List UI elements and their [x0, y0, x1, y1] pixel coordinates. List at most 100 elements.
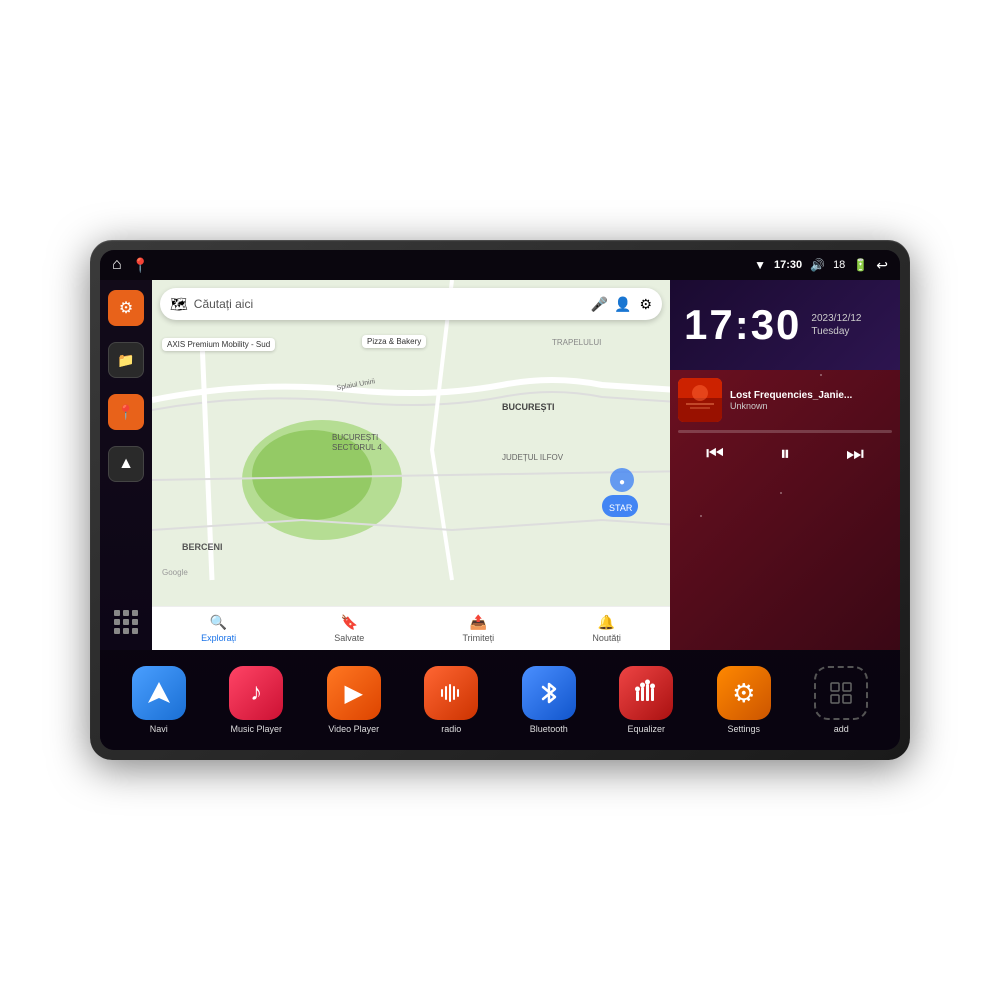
map-share-btn[interactable]: 📤 Trimiteți: [463, 614, 495, 643]
home-icon[interactable]: ⌂: [112, 256, 122, 274]
sidebar-all-apps-btn[interactable]: [108, 604, 144, 640]
navi-arrow-icon: [145, 679, 173, 707]
add-label: add: [834, 724, 849, 734]
next-btn[interactable]: ⏭: [846, 443, 864, 466]
explore-label: Explorați: [201, 633, 236, 643]
mic-icon[interactable]: 🎤: [591, 296, 608, 313]
app-radio[interactable]: radio: [424, 666, 478, 734]
music-info: Lost Frequencies_Janie... Unknown: [678, 378, 892, 422]
map-saved-btn[interactable]: 🔖 Salvate: [334, 614, 364, 643]
add-grid-icon: [827, 679, 855, 707]
radio-wave-icon: [437, 679, 465, 707]
music-player-icon: ♪: [229, 666, 283, 720]
app-equalizer[interactable]: Equalizer: [619, 666, 673, 734]
music-title: Lost Frequencies_Janie...: [730, 390, 892, 401]
app-tray: Navi ♪ Music Player ▶ Video Player: [100, 650, 900, 750]
status-right: ▼ 17:30 🔊 18 🔋 ↩: [754, 257, 888, 274]
app-music-player[interactable]: ♪ Music Player: [229, 666, 283, 734]
bluetooth-symbol-icon: [535, 679, 563, 707]
svg-text:TRAPELULUI: TRAPELULUI: [552, 338, 601, 347]
eq-bars-icon: [632, 679, 660, 707]
map-area[interactable]: BERCENI BUCUREȘTI SECTORUL 4 BUCUREȘTI J…: [152, 280, 670, 650]
equalizer-icon: [619, 666, 673, 720]
map-status-icon[interactable]: 📍: [132, 257, 149, 274]
music-text: Lost Frequencies_Janie... Unknown: [730, 390, 892, 411]
sidebar-settings-btn[interactable]: ⚙: [108, 290, 144, 326]
map-explore-btn[interactable]: 🔍 Explorați: [201, 614, 236, 643]
settings-dots-icon[interactable]: ⚙: [639, 296, 652, 313]
navi-icon: [132, 666, 186, 720]
wifi-icon: ▼: [754, 258, 766, 272]
bluetooth-label: Bluetooth: [530, 724, 568, 734]
settings-label: Settings: [727, 724, 760, 734]
svg-text:BUCUREȘTI: BUCUREȘTI: [502, 402, 555, 412]
battery-icon: 🔋: [853, 258, 868, 272]
back-icon[interactable]: ↩: [876, 257, 888, 274]
radio-icon: [424, 666, 478, 720]
device-screen: ⌂ 📍 ▼ 17:30 🔊 18 🔋 ↩: [100, 250, 900, 750]
bluetooth-icon: [522, 666, 576, 720]
app-settings[interactable]: ⚙ Settings: [717, 666, 771, 734]
map-bottom-bar: 🔍 Explorați 🔖 Salvate 📤 Trimiteți �: [152, 606, 670, 650]
video-player-icon: ▶: [327, 666, 381, 720]
svg-text:STAR: STAR: [609, 503, 633, 513]
album-art: [678, 378, 722, 422]
account-icon[interactable]: 👤: [614, 296, 631, 313]
map-container[interactable]: BERCENI BUCUREȘTI SECTORUL 4 BUCUREȘTI J…: [152, 280, 670, 606]
share-label: Trimiteți: [463, 633, 495, 643]
settings-icon: ⚙: [717, 666, 771, 720]
map-svg: BERCENI BUCUREȘTI SECTORUL 4 BUCUREȘTI J…: [152, 280, 670, 606]
search-placeholder: Căutați aici: [194, 297, 585, 311]
progress-bar: [678, 430, 892, 433]
explore-icon: 🔍: [210, 614, 227, 631]
poi-pizza: Pizza & Bakery: [362, 335, 426, 348]
add-icon: [814, 666, 868, 720]
news-icon: 🔔: [598, 614, 615, 631]
navi-label: Navi: [150, 724, 168, 734]
app-video-player[interactable]: ▶ Video Player: [327, 666, 381, 734]
clock-date-value: 2023/12/12: [811, 313, 861, 324]
svg-text:●: ●: [619, 477, 625, 488]
video-player-label: Video Player: [328, 724, 379, 734]
svg-text:BERCENI: BERCENI: [182, 542, 223, 552]
app-bluetooth[interactable]: Bluetooth: [522, 666, 576, 734]
saved-icon: 🔖: [341, 614, 358, 631]
share-icon: 📤: [470, 614, 487, 631]
clock-date: 2023/12/12 Tuesday: [811, 313, 861, 337]
app-navi[interactable]: Navi: [132, 666, 186, 734]
sidebar-folder-btn[interactable]: 📁: [108, 342, 144, 378]
status-time: 17:30: [774, 259, 802, 271]
sidebar-nav-btn[interactable]: ▲: [108, 446, 144, 482]
clock-panel: 17:30 2023/12/12 Tuesday: [670, 280, 900, 370]
poi-axis: AXIS Premium Mobility - Sud: [162, 338, 275, 351]
svg-text:SECTORUL 4: SECTORUL 4: [332, 443, 382, 452]
sidebar-bottom: [108, 604, 144, 640]
svg-text:JUDEȚUL ILFOV: JUDEȚUL ILFOV: [502, 453, 564, 462]
radio-label: radio: [441, 724, 461, 734]
svg-text:BUCUREȘTI: BUCUREȘTI: [332, 433, 378, 442]
clock-time: 17:30: [684, 304, 801, 346]
album-art-svg: [678, 378, 722, 422]
status-bar: ⌂ 📍 ▼ 17:30 🔊 18 🔋 ↩: [100, 250, 900, 280]
news-label: Noutăți: [592, 633, 621, 643]
left-sidebar: ⚙ 📁 📍 ▲: [100, 280, 152, 650]
clock-day: Tuesday: [811, 326, 861, 337]
map-search-bar[interactable]: 🗺 Căutați aici 🎤 👤 ⚙: [160, 288, 662, 320]
pause-btn[interactable]: ⏸: [780, 443, 790, 466]
music-controls: ⏮ ⏸ ⏭: [678, 443, 892, 466]
device-frame: ⌂ 📍 ▼ 17:30 🔊 18 🔋 ↩: [90, 240, 910, 760]
app-add[interactable]: add: [814, 666, 868, 734]
map-news-btn[interactable]: 🔔 Noutăți: [592, 614, 621, 643]
right-panel: 17:30 2023/12/12 Tuesday: [670, 280, 900, 650]
sidebar-maps-btn[interactable]: 📍: [108, 394, 144, 430]
music-player-label: Music Player: [230, 724, 282, 734]
saved-label: Salvate: [334, 633, 364, 643]
content-row: ⚙ 📁 📍 ▲: [100, 280, 900, 650]
music-panel: Lost Frequencies_Janie... Unknown ⏮ ⏸ ⏭: [670, 370, 900, 650]
svg-text:Google: Google: [162, 568, 188, 577]
prev-btn[interactable]: ⏮: [706, 443, 724, 466]
music-artist: Unknown: [730, 401, 892, 411]
status-left: ⌂ 📍: [112, 256, 149, 274]
main-area: ⚙ 📁 📍 ▲: [100, 280, 900, 750]
google-maps-icon: 🗺: [170, 296, 188, 313]
